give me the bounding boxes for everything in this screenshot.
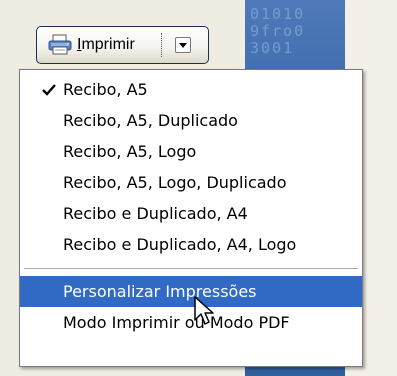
menu-item-label: Recibo e Duplicado, A4 [63, 204, 248, 223]
print-button-label-rest: mprimir [81, 36, 135, 53]
print-options-menu: Recibo, A5 Recibo, A5, Duplicado Recibo, A… [19, 69, 363, 367]
menu-item-label: Recibo, A5, Logo, Duplicado [63, 173, 287, 192]
menu-item[interactable]: Recibo, A5, Logo, Duplicado [20, 167, 362, 198]
print-split-button[interactable]: Imprimir [36, 26, 209, 64]
printer-icon [47, 34, 73, 56]
print-button[interactable]: Imprimir [37, 27, 157, 63]
background-pattern: 01010 9fro0 3001 [250, 6, 306, 57]
menu-item-label: Recibo, A5 [63, 80, 148, 99]
menu-group-actions: Personalizar Impressões Modo Imprimir ou … [20, 276, 362, 338]
checkmark-icon [42, 84, 56, 96]
menu-item[interactable]: Modo Imprimir ou Modo PDF [20, 307, 362, 338]
menu-item-label: Recibo, A5, Logo [63, 142, 197, 161]
menu-item[interactable]: Recibo, A5, Duplicado [20, 105, 362, 136]
menu-item-label: Modo Imprimir ou Modo PDF [63, 313, 290, 332]
menu-item[interactable]: Recibo, A5, Logo [20, 136, 362, 167]
menu-item[interactable]: Recibo e Duplicado, A4 [20, 198, 362, 229]
print-button-label: Imprimir [77, 36, 135, 54]
menu-item-label: Personalizar Impressões [63, 282, 257, 301]
print-options-dropdown-button[interactable] [162, 27, 204, 63]
mouse-cursor-icon [194, 296, 214, 325]
menu-item-label: Recibo e Duplicado, A4, Logo [63, 235, 297, 254]
menu-item[interactable]: Recibo, A5 [20, 74, 362, 105]
menu-separator [24, 268, 358, 269]
screen: 01010 9fro0 3001 Imprimir Recibo, A5 Rec… [0, 0, 397, 376]
chevron-down-icon [175, 37, 191, 53]
menu-item-label: Recibo, A5, Duplicado [63, 111, 238, 130]
menu-group-formats: Recibo, A5 Recibo, A5, Duplicado Recibo, A… [20, 74, 362, 260]
menu-item[interactable]: Personalizar Impressões [20, 276, 362, 307]
menu-item[interactable]: Recibo e Duplicado, A4, Logo [20, 229, 362, 260]
